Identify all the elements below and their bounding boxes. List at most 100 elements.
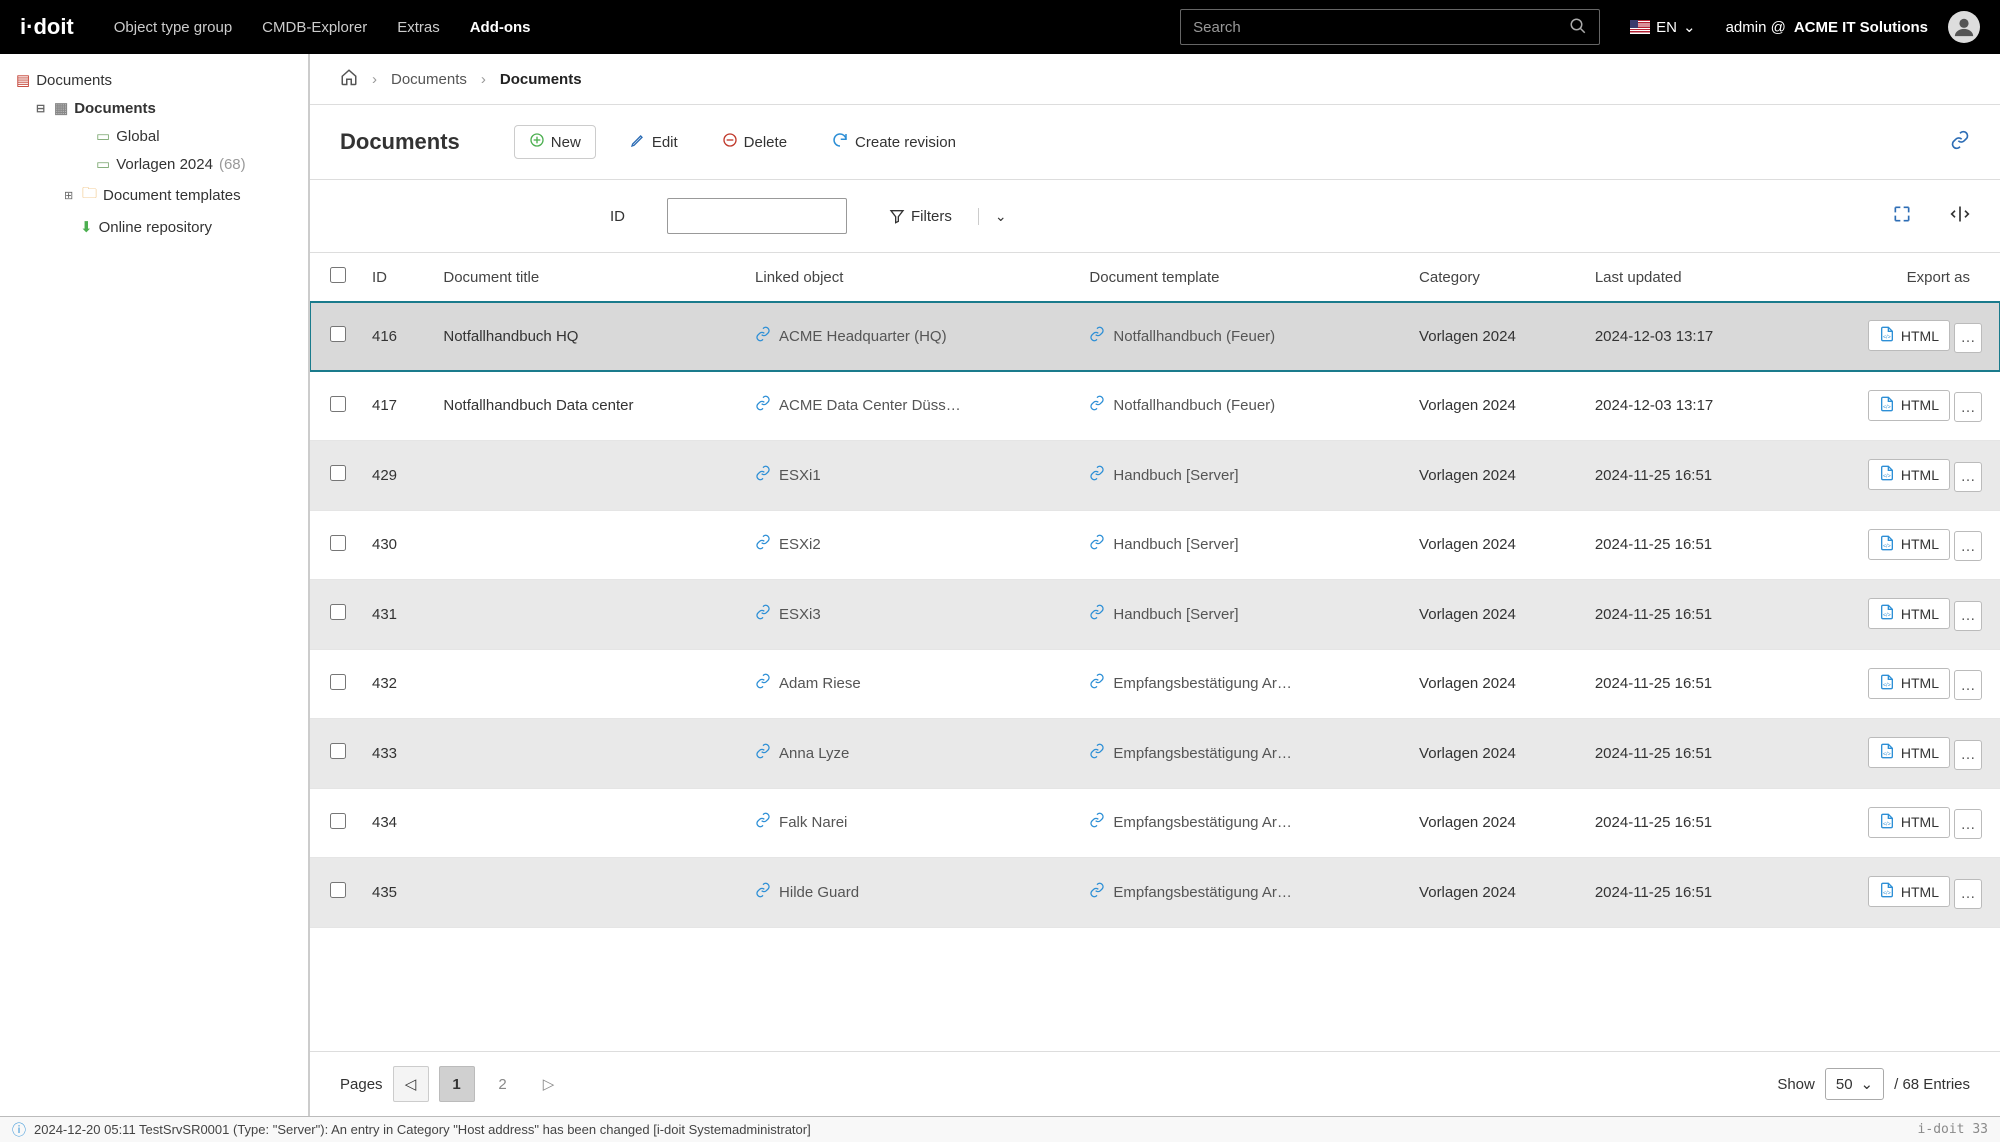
- tree-root-documents[interactable]: ▤ Documents: [16, 66, 292, 94]
- filters-dropdown[interactable]: ⌄: [978, 208, 1007, 225]
- table-row[interactable]: 433Anna LyzeEmpfangsbestätigung Ar…Vorla…: [310, 719, 2000, 789]
- export-html-button[interactable]: </>HTML: [1868, 807, 1950, 838]
- table-row[interactable]: 431ESXi3Handbuch [Server]Vorlagen 202420…: [310, 580, 2000, 650]
- global-search[interactable]: [1180, 9, 1600, 45]
- template-link[interactable]: Empfangsbestätigung Ar…: [1089, 812, 1291, 833]
- export-more-button[interactable]: …: [1954, 392, 1982, 422]
- col-template[interactable]: Document template: [1077, 253, 1407, 302]
- avatar[interactable]: [1948, 11, 1980, 43]
- row-checkbox[interactable]: [330, 604, 346, 620]
- linked-object-link[interactable]: ACME Data Center Düss…: [755, 395, 961, 416]
- delete-button[interactable]: Delete: [712, 126, 797, 158]
- page-2-button[interactable]: 2: [485, 1066, 521, 1102]
- crumb-documents-active[interactable]: Documents: [500, 71, 582, 88]
- prev-page-button[interactable]: ◁: [393, 1066, 429, 1102]
- crumb-documents[interactable]: Documents: [391, 71, 467, 88]
- chevron-down-icon: ⌄: [1683, 18, 1696, 36]
- export-more-button[interactable]: …: [1954, 601, 1982, 631]
- export-more-button[interactable]: …: [1954, 462, 1982, 492]
- row-checkbox[interactable]: [330, 743, 346, 759]
- col-id[interactable]: ID: [360, 253, 431, 302]
- col-linked[interactable]: Linked object: [743, 253, 1077, 302]
- linked-object-link[interactable]: Falk Narei: [755, 812, 847, 833]
- row-checkbox[interactable]: [330, 882, 346, 898]
- tree-documents[interactable]: ⊟ ▦ Documents: [36, 94, 292, 122]
- table-row[interactable]: 435Hilde GuardEmpfangsbestätigung Ar…Vor…: [310, 858, 2000, 928]
- expand-icon[interactable]: ⊞: [64, 189, 76, 202]
- row-checkbox[interactable]: [330, 465, 346, 481]
- col-title[interactable]: Document title: [431, 253, 743, 302]
- export-more-button[interactable]: …: [1954, 323, 1982, 353]
- export-html-button[interactable]: </>HTML: [1868, 459, 1950, 490]
- id-filter-input[interactable]: [667, 198, 847, 234]
- table-row[interactable]: 434Falk NareiEmpfangsbestätigung Ar…Vorl…: [310, 788, 2000, 858]
- search-input[interactable]: [1193, 19, 1569, 36]
- table-row[interactable]: 429ESXi1Handbuch [Server]Vorlagen 202420…: [310, 441, 2000, 511]
- col-category[interactable]: Category: [1407, 253, 1583, 302]
- template-link[interactable]: Empfangsbestätigung Ar…: [1089, 743, 1291, 764]
- logo[interactable]: i·doit: [20, 14, 74, 40]
- linked-object-link[interactable]: Anna Lyze: [755, 743, 849, 764]
- nav-extras[interactable]: Extras: [397, 19, 440, 36]
- export-html-button[interactable]: </>HTML: [1868, 598, 1950, 629]
- linked-object-link[interactable]: ACME Headquarter (HQ): [755, 326, 947, 347]
- tree-vorlagen-2024[interactable]: ▭ Vorlagen 2024 (68): [56, 150, 292, 178]
- template-link[interactable]: Handbuch [Server]: [1089, 604, 1238, 625]
- col-updated[interactable]: Last updated: [1583, 253, 1790, 302]
- permalink-button[interactable]: [1950, 130, 1970, 155]
- row-checkbox[interactable]: [330, 674, 346, 690]
- template-link[interactable]: Notfallhandbuch (Feuer): [1089, 395, 1275, 416]
- export-html-button[interactable]: </>HTML: [1868, 876, 1950, 907]
- filters-button[interactable]: Filters: [889, 208, 952, 225]
- linked-object-link[interactable]: Hilde Guard: [755, 882, 859, 903]
- create-revision-button[interactable]: Create revision: [821, 125, 966, 159]
- template-link[interactable]: Empfangsbestätigung Ar…: [1089, 882, 1291, 903]
- col-export[interactable]: Export as: [1790, 253, 2000, 302]
- table-row[interactable]: 416Notfallhandbuch HQACME Headquarter (H…: [310, 302, 2000, 372]
- template-link[interactable]: Handbuch [Server]: [1089, 534, 1238, 555]
- collapse-icon[interactable]: ⊟: [36, 102, 48, 115]
- user-area[interactable]: admin @ ACME IT Solutions: [1726, 11, 1980, 43]
- linked-object-link[interactable]: ESXi1: [755, 465, 821, 486]
- export-more-button[interactable]: …: [1954, 879, 1982, 909]
- row-checkbox[interactable]: [330, 535, 346, 551]
- row-checkbox[interactable]: [330, 326, 346, 342]
- export-html-button[interactable]: </>HTML: [1868, 320, 1950, 351]
- template-link[interactable]: Empfangsbestätigung Ar…: [1089, 673, 1291, 694]
- fullscreen-button[interactable]: [1892, 204, 1912, 229]
- file-code-icon: </>: [1879, 674, 1895, 693]
- export-more-button[interactable]: …: [1954, 670, 1982, 700]
- nav-object-type-group[interactable]: Object type group: [114, 19, 232, 36]
- home-icon[interactable]: [340, 68, 358, 90]
- table-row[interactable]: 417Notfallhandbuch Data centerACME Data …: [310, 371, 2000, 441]
- tree-global[interactable]: ▭ Global: [56, 122, 292, 150]
- linked-object-link[interactable]: Adam Riese: [755, 673, 861, 694]
- table-row[interactable]: 430ESXi2Handbuch [Server]Vorlagen 202420…: [310, 510, 2000, 580]
- select-all-checkbox[interactable]: [330, 267, 346, 283]
- language-switch[interactable]: EN ⌄: [1630, 18, 1695, 36]
- linked-object-link[interactable]: ESXi3: [755, 604, 821, 625]
- export-html-button[interactable]: </>HTML: [1868, 390, 1950, 421]
- linked-object-link[interactable]: ESXi2: [755, 534, 821, 555]
- column-resize-button[interactable]: [1950, 204, 1970, 229]
- export-more-button[interactable]: …: [1954, 740, 1982, 770]
- export-html-button[interactable]: </>HTML: [1868, 668, 1950, 699]
- export-more-button[interactable]: …: [1954, 531, 1982, 561]
- table-row[interactable]: 432Adam RieseEmpfangsbestätigung Ar…Vorl…: [310, 649, 2000, 719]
- tree-online-repository[interactable]: ⬇ Online repository: [36, 213, 292, 241]
- row-checkbox[interactable]: [330, 813, 346, 829]
- export-html-button[interactable]: </>HTML: [1868, 737, 1950, 768]
- tree-document-templates[interactable]: ⊞ 🗀 Document templates: [36, 178, 292, 213]
- next-page-button[interactable]: ▷: [531, 1066, 567, 1102]
- template-link[interactable]: Handbuch [Server]: [1089, 465, 1238, 486]
- page-1-button[interactable]: 1: [439, 1066, 475, 1102]
- export-more-button[interactable]: …: [1954, 809, 1982, 839]
- new-button[interactable]: New: [514, 125, 596, 159]
- page-size-select[interactable]: 50 ⌄: [1825, 1068, 1884, 1100]
- row-checkbox[interactable]: [330, 396, 346, 412]
- edit-button[interactable]: Edit: [620, 126, 688, 158]
- nav-cmdb-explorer[interactable]: CMDB-Explorer: [262, 19, 367, 36]
- nav-addons[interactable]: Add-ons: [470, 19, 531, 36]
- template-link[interactable]: Notfallhandbuch (Feuer): [1089, 326, 1275, 347]
- export-html-button[interactable]: </>HTML: [1868, 529, 1950, 560]
